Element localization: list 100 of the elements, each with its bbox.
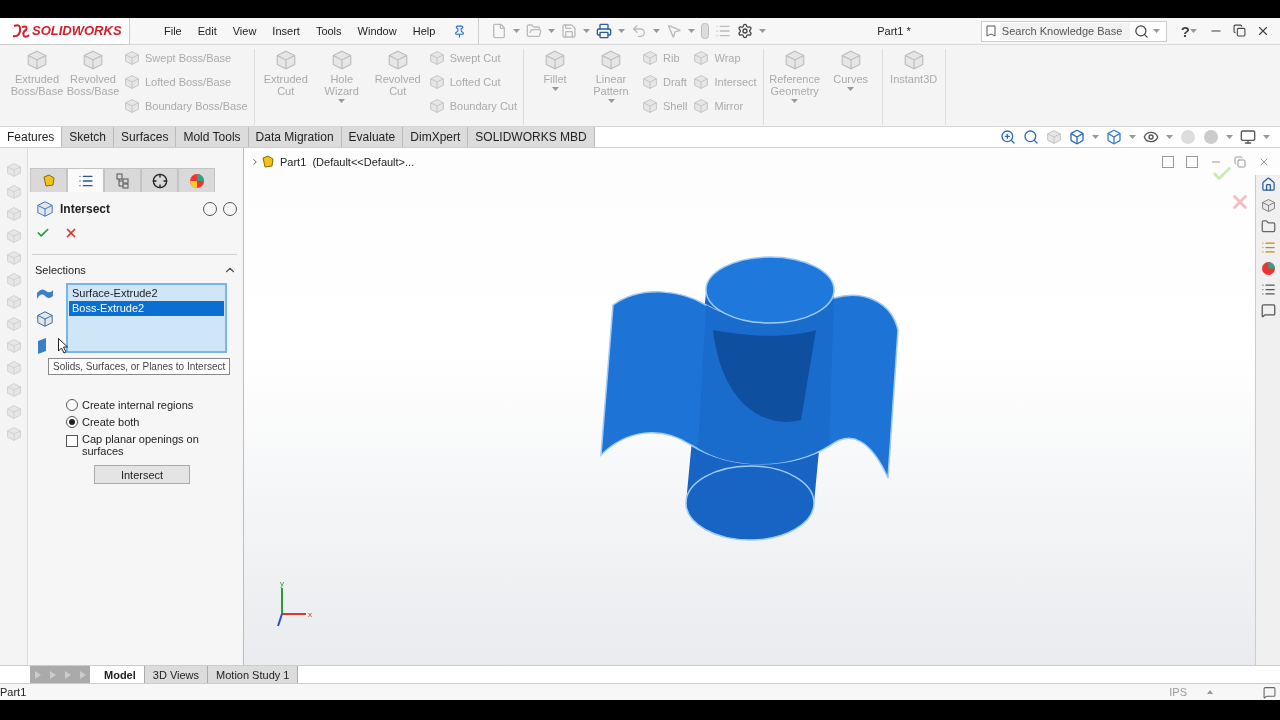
caret-icon [688,29,696,33]
cube-icon [5,426,22,442]
cube-icon [274,49,297,71]
menu-item[interactable]: Window [349,25,405,37]
home-icon[interactable] [1260,177,1276,192]
cube-icon [600,49,622,71]
caret-icon [1226,135,1233,139]
zoom-icon[interactable] [1000,129,1016,145]
cube-icon [5,272,22,288]
caret-icon [551,87,559,91]
cube-icon [5,360,22,376]
zoom-area-icon[interactable] [1023,129,1039,145]
cursor-icon [58,338,68,354]
command-tab[interactable]: Sketch [62,127,115,147]
cube-icon [902,49,925,71]
close-icon[interactable] [1256,24,1270,38]
cube-icon [839,49,862,71]
expand-icon[interactable] [250,156,260,167]
pin-icon[interactable] [453,24,467,38]
caret-icon [847,87,855,91]
color-ball-icon [188,172,205,189]
menu-item[interactable]: Tools [307,25,350,37]
radio-button[interactable] [66,416,78,428]
settings-icon[interactable] [737,23,754,39]
menu-item[interactable]: Help [404,25,444,37]
command-tab[interactable]: SOLIDWORKS MBD [468,127,595,147]
cube-icon [5,338,22,354]
cube-icon [5,404,22,420]
intersect-button[interactable]: Intersect [94,465,190,484]
cancel-button[interactable] [64,226,78,240]
cube-icon [5,250,22,266]
caret-icon [607,99,615,103]
cube-icon [124,50,140,66]
cube-icon [5,206,22,222]
caret-icon [791,99,799,103]
cube-icon [693,98,710,114]
caret-icon [583,29,591,33]
view-tab[interactable]: 3D Views [144,666,209,683]
caret-icon [653,29,661,33]
caret-icon [1152,29,1160,33]
panel-tab[interactable] [141,168,178,192]
cube-icon [544,49,566,71]
monitor-icon[interactable] [1240,129,1256,145]
cube-icon [642,50,658,66]
caret-icon [338,99,346,103]
view-cube-icon[interactable] [1069,129,1085,145]
printer-icon[interactable] [596,23,613,39]
eye-icon[interactable] [1143,129,1159,145]
caret-icon [1129,135,1136,139]
cube-icon [5,294,22,310]
book-icon [985,25,996,37]
search-field[interactable]: Search Knowledge Base [980,20,1167,42]
color-ball-icon[interactable] [1260,261,1276,276]
ok-button[interactable] [36,226,50,240]
command-tab[interactable]: Data Migration [248,127,342,147]
command-tab[interactable]: Surfaces [114,127,177,147]
display-style-icon[interactable] [1106,129,1122,145]
caret-icon [548,29,556,33]
menu-item[interactable]: Insert [264,25,308,37]
search-icon[interactable] [1133,23,1149,39]
cube-icon [5,162,22,178]
units-label[interactable]: IPS [1169,686,1187,698]
selection-list[interactable]: Surface-Extrude2 Boss-Extrude2 [66,283,227,353]
option-label: Create both [82,416,140,428]
panel-title: Intersect [60,202,111,216]
list-item[interactable]: Surface-Extrude2 [69,286,224,301]
cube-icon [386,49,409,71]
view-tab[interactable]: Motion Study 1 [208,666,299,683]
command-tab[interactable]: Mold Tools [176,127,249,147]
command-tab[interactable]: DimXpert [403,127,469,147]
panel-left-icon[interactable] [1162,155,1174,168]
section-title: Selections [35,264,86,276]
menu-item[interactable]: View [224,25,265,37]
caret-icon [618,29,626,33]
radio-button[interactable] [66,399,78,411]
cube-icon [428,74,445,90]
list-item[interactable]: Boss-Extrude2 [69,301,224,316]
chat-icon[interactable] [1260,303,1276,318]
sphere-icon [1180,129,1196,145]
caret-icon[interactable] [1207,690,1213,694]
checkbox[interactable] [66,435,78,447]
caret-icon [1263,135,1270,139]
help-button[interactable]: ? [1180,22,1190,40]
logo: SOLIDWORKS [0,17,130,45]
folder-icon[interactable] [1260,219,1276,234]
restore-icon[interactable] [1233,24,1246,37]
caret-icon [1166,135,1173,139]
menu-item[interactable]: File [156,25,190,37]
surface-icon [36,287,54,301]
cube-icon [5,382,22,398]
cube-icon [642,98,658,114]
tree-item[interactable]: Part1 (Default<<Default>... [280,155,415,168]
list-icon[interactable] [1260,282,1276,297]
menu-item[interactable]: Edit [189,25,225,37]
cube-icon [82,49,104,71]
chat-icon[interactable] [1263,685,1276,699]
panel-right-icon[interactable] [1186,155,1198,168]
status-document: Part1 [0,686,27,698]
command-tab[interactable]: Evaluate [341,127,404,147]
caret-icon [759,29,767,33]
